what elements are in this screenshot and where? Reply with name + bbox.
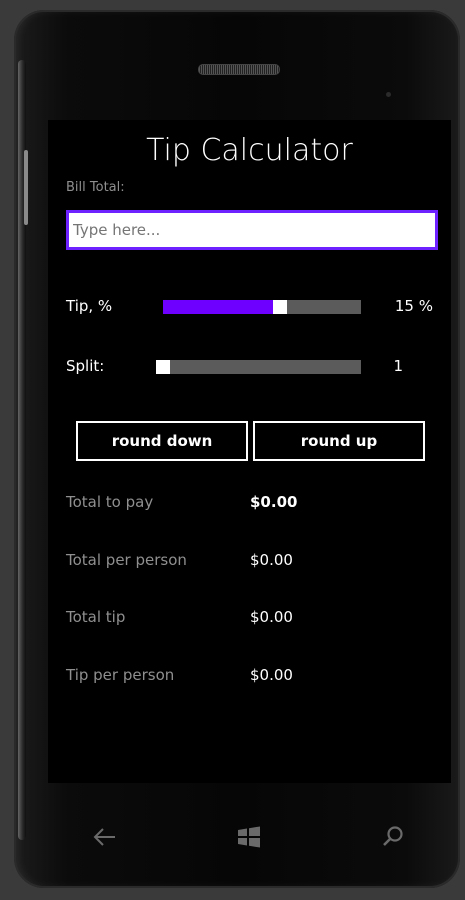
tip-value: 15 %	[394, 297, 433, 315]
page-title: Tip Calculator	[146, 133, 353, 168]
total-per-person-label: Total per person	[66, 551, 187, 569]
total-to-pay-label: Total to pay	[66, 493, 154, 511]
bill-total-label: Bill Total:	[66, 180, 125, 195]
tip-slider-thumb[interactable]	[273, 300, 287, 314]
total-tip-label: Total tip	[66, 608, 126, 626]
tip-slider[interactable]	[163, 300, 361, 314]
total-tip-value: $0.00	[250, 608, 293, 626]
split-label: Split:	[66, 357, 105, 375]
tip-per-person-label: Tip per person	[66, 666, 175, 684]
tip-slider-fill	[163, 300, 273, 314]
windows-start-icon[interactable]	[234, 822, 264, 852]
total-to-pay-value: $0.00	[250, 493, 298, 511]
phone-side-button	[24, 150, 28, 225]
split-value: 1	[393, 357, 403, 375]
back-arrow-icon[interactable]	[90, 822, 120, 852]
hardware-nav-bar	[48, 792, 451, 882]
search-icon[interactable]	[378, 822, 408, 852]
total-per-person-value: $0.00	[250, 551, 293, 569]
round-down-button[interactable]: round down	[76, 421, 248, 461]
tip-label: Tip, %	[66, 297, 113, 315]
proximity-sensor	[386, 92, 391, 97]
split-slider-thumb[interactable]	[156, 360, 170, 374]
tip-per-person-value: $0.00	[250, 666, 293, 684]
round-up-button[interactable]: round up	[253, 421, 425, 461]
bill-total-input[interactable]	[66, 210, 438, 250]
earpiece-speaker	[198, 64, 280, 75]
app-screen: Tip Calculator Bill Total: Tip, % 15 % S…	[48, 120, 451, 783]
split-slider[interactable]	[156, 360, 361, 374]
